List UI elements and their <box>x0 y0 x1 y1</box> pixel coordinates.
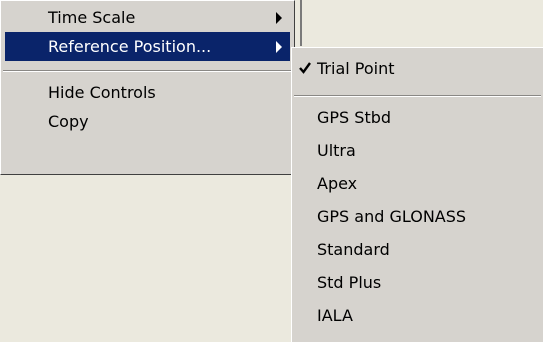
submenu-arrow-icon <box>276 41 282 53</box>
submenu-item-gps-and-glonass[interactable]: GPS and GLONASS <box>296 202 539 231</box>
menu-item-hide-controls[interactable]: Hide Controls <box>5 78 290 107</box>
submenu-item-label: GPS and GLONASS <box>317 207 467 226</box>
submenu-item-gps-stbd[interactable]: GPS Stbd <box>296 103 539 132</box>
menu-separator <box>294 95 541 97</box>
submenu-item-trial-point[interactable]: Trial Point <box>296 54 539 83</box>
submenu-item-label: Standard <box>317 240 390 259</box>
reference-position-submenu: Trial Point GPS Stbd Ultra Apex GPS and … <box>291 47 543 342</box>
context-menu: Time Scale Reference Position... Hide Co… <box>0 0 295 175</box>
menu-item-reference-position[interactable]: Reference Position... <box>5 32 290 61</box>
submenu-item-iala[interactable]: IALA <box>296 301 539 330</box>
submenu-arrow-icon <box>276 12 282 24</box>
menu-item-label: Time Scale <box>48 8 136 27</box>
submenu-item-label: IALA <box>317 306 353 325</box>
background-divider <box>300 0 302 46</box>
submenu-item-apex[interactable]: Apex <box>296 169 539 198</box>
submenu-item-ultra[interactable]: Ultra <box>296 136 539 165</box>
menu-item-time-scale[interactable]: Time Scale <box>5 3 290 32</box>
submenu-item-label: GPS Stbd <box>317 108 392 127</box>
menu-item-label: Hide Controls <box>48 83 156 102</box>
submenu-item-label: Trial Point <box>317 59 395 78</box>
submenu-item-std-plus[interactable]: Std Plus <box>296 268 539 297</box>
menu-item-copy[interactable]: Copy <box>5 107 290 136</box>
submenu-item-label: Ultra <box>317 141 356 160</box>
submenu-item-standard[interactable]: Standard <box>296 235 539 264</box>
submenu-item-label: Std Plus <box>317 273 382 292</box>
submenu-item-label: Apex <box>317 174 358 193</box>
menu-separator <box>3 70 292 72</box>
checkmark-icon <box>299 62 311 74</box>
menu-item-label: Copy <box>48 112 89 131</box>
menu-item-label: Reference Position... <box>48 37 212 56</box>
